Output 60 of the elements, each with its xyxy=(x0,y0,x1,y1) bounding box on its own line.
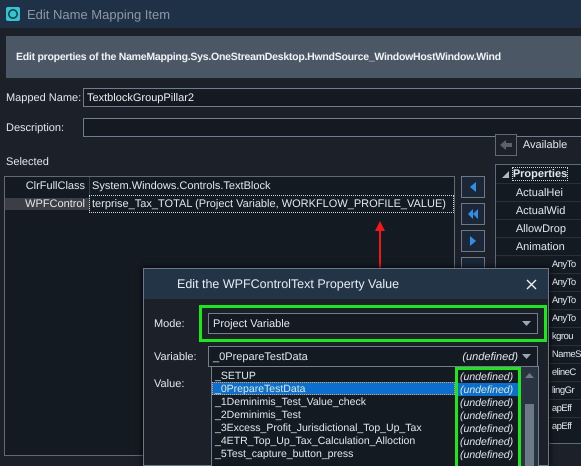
dialog-title: Edit the WPFControlText Property Value xyxy=(177,277,400,291)
caret-icon xyxy=(522,354,531,359)
scrollbar[interactable] xyxy=(521,367,538,466)
variable-option[interactable]: _3Excess_Profit_Jurisdictional_Top_Up_Tax xyxy=(212,421,455,434)
property-item[interactable]: NameS xyxy=(552,349,581,360)
property-value[interactable]: terprise_Tax_TOTAL (Project Variable, WORKFLOW_PROFILE_VALUE) xyxy=(89,195,454,213)
property-item[interactable]: Animation xyxy=(516,240,565,252)
window-title: Edit Name Mapping Item xyxy=(27,6,170,22)
property-item[interactable]: ActualWid xyxy=(516,204,566,216)
property-item[interactable]: lingGr xyxy=(552,385,574,396)
move-right-button[interactable] xyxy=(460,230,485,252)
double-triangle-left-icon xyxy=(466,207,479,221)
app-logo-icon xyxy=(5,6,21,22)
variable-option[interactable]: _1Deminimis_Test_Value_check xyxy=(212,395,455,408)
property-value[interactable]: System.Windows.Controls.TextBlock xyxy=(89,177,454,195)
property-name[interactable]: WPFControl xyxy=(5,198,89,210)
scope-text: (undefined) xyxy=(459,448,514,461)
caret-icon xyxy=(522,321,531,326)
expand-icon[interactable] xyxy=(502,170,509,178)
property-item[interactable]: AnyTo xyxy=(552,295,576,306)
scope-text: (undefined) xyxy=(459,396,514,409)
property-item[interactable]: AnyTo xyxy=(552,313,576,324)
close-icon xyxy=(526,278,536,290)
variable-option[interactable]: _SETUP xyxy=(212,369,455,382)
scope-text: (undefined) xyxy=(459,422,514,435)
arrow-left-icon xyxy=(498,139,513,151)
field-label: Description: xyxy=(5,122,66,134)
property-name[interactable]: ClrFullClass xyxy=(5,180,89,192)
variable-option[interactable]: _5Test_capture_button_press xyxy=(212,447,455,460)
variable-option[interactable]: _4ETR_Top_Up_Tax_Calculation_Alloction xyxy=(212,434,455,447)
mode-label: Mode: xyxy=(154,318,186,330)
scope-text: (undefined) xyxy=(459,370,514,383)
header-text: Edit properties of the NameMapping.Sys.OneStreamDesktop.HwndSource_WindowHostWindow.Wind xyxy=(16,51,501,63)
property-item[interactable]: AnyTo xyxy=(552,259,576,270)
property-item[interactable]: ActualHei xyxy=(516,186,563,198)
mode-dropdown[interactable]: Project Variable xyxy=(208,313,538,334)
selected-label: Selected xyxy=(6,156,49,168)
variable-dropdown[interactable]: _0PrepareTestData (undefined) xyxy=(208,346,538,367)
property-item[interactable]: elineC xyxy=(552,367,576,378)
group-header[interactable]: Properties xyxy=(512,168,568,180)
move-all-left-button[interactable] xyxy=(460,203,485,225)
scroll-up-icon[interactable] xyxy=(525,373,534,378)
property-item[interactable]: AnyTo xyxy=(552,277,576,288)
variable-label: Variable: xyxy=(154,350,198,362)
property-item[interactable]: kgrou xyxy=(552,331,574,342)
add-button[interactable] xyxy=(494,134,517,156)
input-field[interactable]: TextblockGroupPillar2 xyxy=(83,88,581,107)
variable-option[interactable]: _0PrepareTestData xyxy=(212,382,455,395)
field-label: Mapped Name: xyxy=(5,92,82,104)
property-item[interactable]: AllowDrop xyxy=(516,222,566,234)
scope-text: (undefined) xyxy=(459,435,514,448)
property-item[interactable]: apEff xyxy=(552,403,572,414)
input-field[interactable] xyxy=(83,118,581,137)
available-label: Available xyxy=(522,139,568,151)
scope-text: (undefined) xyxy=(459,409,514,422)
value-label: Value: xyxy=(154,378,186,390)
scope-text: (undefined) xyxy=(458,383,518,396)
variable-option[interactable]: _2Deminimis_Test xyxy=(212,408,455,421)
property-item[interactable]: apEff xyxy=(552,421,572,432)
move-left-button[interactable] xyxy=(460,176,485,198)
